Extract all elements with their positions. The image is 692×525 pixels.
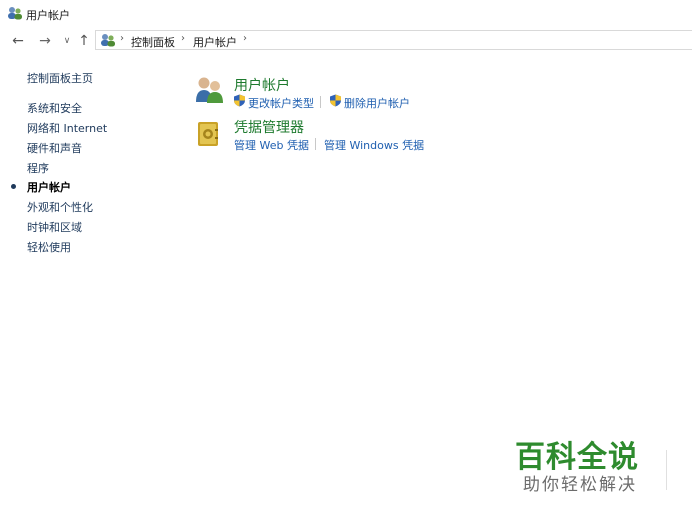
task-divider xyxy=(315,138,316,150)
address-bar[interactable]: › 控制面板 › 用户帐户 › xyxy=(95,30,692,50)
breadcrumb-separator-icon[interactable]: › xyxy=(181,33,185,44)
user-accounts-icon xyxy=(101,34,115,47)
sidebar-item-hardware-sound[interactable]: 硬件和声音 xyxy=(27,140,82,156)
up-button[interactable]: ↑ xyxy=(77,32,91,50)
credential-manager-icon[interactable] xyxy=(196,120,220,148)
sidebar-item-user-accounts[interactable]: 用户帐户 xyxy=(27,179,71,195)
breadcrumb-user-accounts[interactable]: 用户帐户 xyxy=(193,34,237,50)
change-account-type-link[interactable]: 更改帐户类型 xyxy=(248,95,314,111)
title-bar: 用户帐户 xyxy=(0,0,692,28)
user-accounts-icon xyxy=(8,7,22,20)
user-accounts-icon[interactable] xyxy=(195,76,225,104)
credential-manager-title[interactable]: 凭据管理器 xyxy=(234,117,304,137)
sidebar-item-system-security[interactable]: 系统和安全 xyxy=(27,100,82,116)
forward-arrow-icon: → xyxy=(39,33,51,49)
manage-windows-credentials-link[interactable]: 管理 Windows 凭据 xyxy=(324,137,424,153)
back-button[interactable]: ← xyxy=(10,32,26,50)
sidebar-item-appearance[interactable]: 外观和个性化 xyxy=(27,199,93,215)
sidebar-item-clock-region[interactable]: 时钟和区域 xyxy=(27,219,82,235)
uac-shield-icon xyxy=(234,94,245,107)
window-title: 用户帐户 xyxy=(26,9,70,22)
manage-web-credentials-link[interactable]: 管理 Web 凭据 xyxy=(234,137,309,153)
remove-user-accounts-link[interactable]: 删除用户帐户 xyxy=(344,95,410,111)
sidebar-item-ease-of-access[interactable]: 轻松使用 xyxy=(27,239,71,255)
back-arrow-icon: ← xyxy=(12,33,24,49)
navigation-bar: ← → ∨ ↑ › 控制面板 › 用户帐户 › xyxy=(0,30,692,52)
breadcrumb-separator-icon[interactable]: › xyxy=(120,33,124,44)
watermark-subtitle: 助你轻松解决 xyxy=(523,475,637,495)
sidebar-item-programs[interactable]: 程序 xyxy=(27,160,49,176)
task-divider xyxy=(320,96,321,108)
current-item-bullet-icon xyxy=(11,184,16,189)
user-accounts-title[interactable]: 用户帐户 xyxy=(234,75,290,95)
breadcrumb-control-panel[interactable]: 控制面板 xyxy=(131,34,175,50)
control-panel-home-link[interactable]: 控制面板主页 xyxy=(27,70,93,86)
breadcrumb-separator-icon[interactable]: › xyxy=(243,33,247,44)
recent-locations-button[interactable]: ∨ xyxy=(62,32,72,50)
divider xyxy=(666,450,667,490)
chevron-down-icon: ∨ xyxy=(63,36,71,46)
forward-button[interactable]: → xyxy=(37,32,53,50)
uac-shield-icon xyxy=(330,94,341,107)
up-arrow-icon: ↑ xyxy=(78,33,90,49)
sidebar-item-network[interactable]: 网络和 Internet xyxy=(27,120,107,136)
